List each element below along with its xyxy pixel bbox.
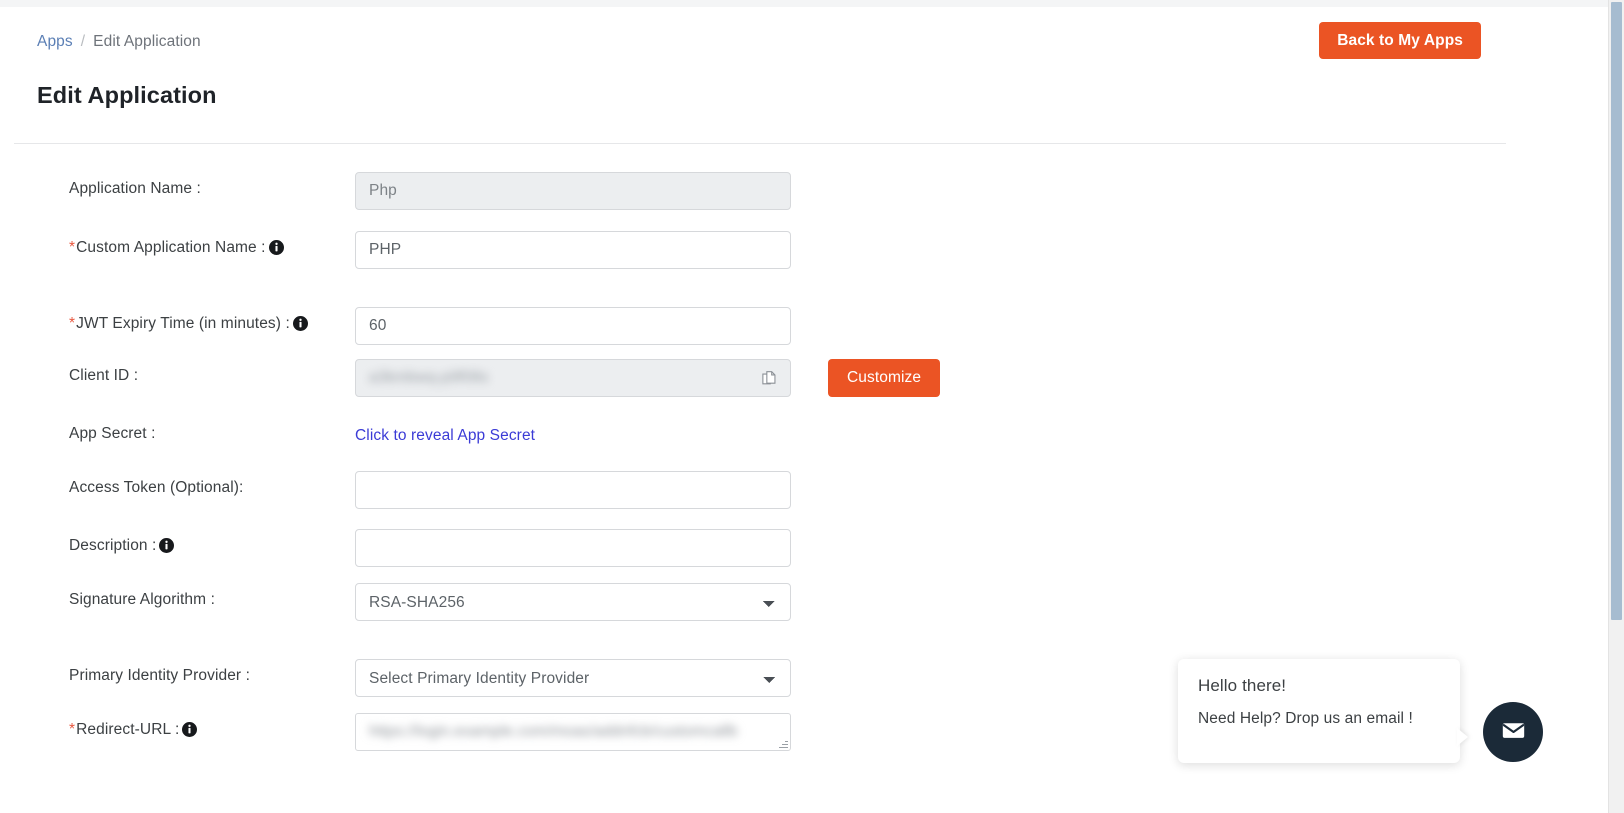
chat-greeting-bubble[interactable]: Hello there! Need Help? Drop us an email…	[1178, 659, 1460, 763]
chat-email-fab-button[interactable]	[1483, 702, 1543, 762]
breadcrumb-current: Edit Application	[93, 33, 201, 50]
envelope-icon	[1500, 717, 1527, 747]
field-app-secret: Click to reveal App Secret	[355, 417, 791, 455]
required-asterisk: *	[69, 315, 75, 332]
label-jwt-expiry-time-text: JWT Expiry Time (in minutes) :	[76, 315, 290, 332]
customize-button[interactable]: Customize	[828, 359, 940, 397]
field-redirect-url: https://login.example.com/moas/addnfcb/c…	[355, 713, 791, 751]
field-primary-identity-provider: Select Primary Identity Provider	[355, 659, 791, 697]
edit-application-page: Apps / Edit Application Back to My Apps Ed…	[0, 0, 1624, 813]
scrollbar-thumb[interactable]	[1611, 2, 1622, 620]
required-asterisk: *	[69, 239, 75, 256]
row-signature-algorithm: Signature Algorithm : RSA-SHA256	[0, 583, 1520, 621]
chat-message-text: Need Help? Drop us an email !	[1198, 710, 1440, 728]
redirect-url-value: https://login.example.com/moas/addnfcb/c…	[369, 723, 738, 741]
required-asterisk: *	[69, 721, 75, 738]
row-jwt-expiry-time: *JWT Expiry Time (in minutes) :	[0, 307, 1520, 345]
reveal-app-secret-link[interactable]: Click to reveal App Secret	[355, 427, 535, 444]
vertical-scrollbar[interactable]	[1608, 0, 1624, 813]
custom-application-name-input[interactable]	[355, 231, 791, 269]
info-circle-icon[interactable]	[159, 538, 174, 553]
client-id-display: a3kmbwq-p9f08s	[355, 359, 791, 397]
top-strip	[0, 0, 1612, 7]
label-custom-application-name-text: Custom Application Name :	[76, 239, 265, 256]
breadcrumb-apps-link[interactable]: Apps	[37, 33, 73, 50]
breadcrumb: Apps / Edit Application	[37, 32, 201, 52]
label-redirect-url: *Redirect-URL :	[0, 713, 355, 740]
field-application-name	[355, 172, 791, 210]
jwt-expiry-time-input[interactable]	[355, 307, 791, 345]
page-title: Edit Application	[37, 82, 217, 109]
redirect-url-textarea[interactable]: https://login.example.com/moas/addnfcb/c…	[355, 713, 791, 751]
chat-greeting-text: Hello there!	[1198, 676, 1440, 696]
label-description-text: Description :	[69, 537, 156, 554]
row-client-id: Client ID : a3kmbwq-p9f08s Customize	[0, 359, 1520, 397]
chat-bubble-tail	[1457, 728, 1468, 746]
info-circle-icon[interactable]	[269, 240, 284, 255]
label-app-secret: App Secret :	[0, 417, 355, 444]
application-name-input	[355, 172, 791, 210]
copy-icon[interactable]	[758, 367, 780, 389]
label-client-id: Client ID :	[0, 359, 355, 386]
label-access-token: Access Token (Optional):	[0, 471, 355, 498]
breadcrumb-separator: /	[81, 33, 85, 50]
header-divider	[14, 143, 1506, 144]
row-custom-application-name: *Custom Application Name :	[0, 231, 1520, 269]
row-app-secret: App Secret : Click to reveal App Secret	[0, 417, 1520, 455]
label-primary-identity-provider: Primary Identity Provider :	[0, 659, 355, 686]
signature-algorithm-select[interactable]: RSA-SHA256	[355, 583, 791, 621]
resize-handle-icon[interactable]	[779, 739, 788, 748]
row-application-name: Application Name :	[0, 172, 1520, 210]
field-client-id: a3kmbwq-p9f08s Customize	[355, 359, 791, 397]
back-to-my-apps-button[interactable]: Back to My Apps	[1319, 22, 1481, 59]
primary-identity-provider-select[interactable]: Select Primary Identity Provider	[355, 659, 791, 697]
field-access-token	[355, 471, 791, 509]
field-description	[355, 529, 791, 567]
label-redirect-url-text: Redirect-URL :	[76, 721, 179, 738]
label-signature-algorithm: Signature Algorithm :	[0, 583, 355, 610]
field-signature-algorithm: RSA-SHA256	[355, 583, 791, 621]
info-circle-icon[interactable]	[293, 316, 308, 331]
client-id-value: a3kmbwq-p9f08s	[369, 369, 488, 387]
description-input[interactable]	[355, 529, 791, 567]
label-description: Description :	[0, 529, 355, 556]
row-access-token: Access Token (Optional):	[0, 471, 1520, 509]
label-jwt-expiry-time: *JWT Expiry Time (in minutes) :	[0, 307, 355, 334]
row-description: Description :	[0, 529, 1520, 567]
label-custom-application-name: *Custom Application Name :	[0, 231, 355, 258]
info-circle-icon[interactable]	[182, 722, 197, 737]
field-custom-application-name	[355, 231, 791, 269]
field-jwt-expiry-time	[355, 307, 791, 345]
access-token-input[interactable]	[355, 471, 791, 509]
label-application-name: Application Name :	[0, 172, 355, 199]
